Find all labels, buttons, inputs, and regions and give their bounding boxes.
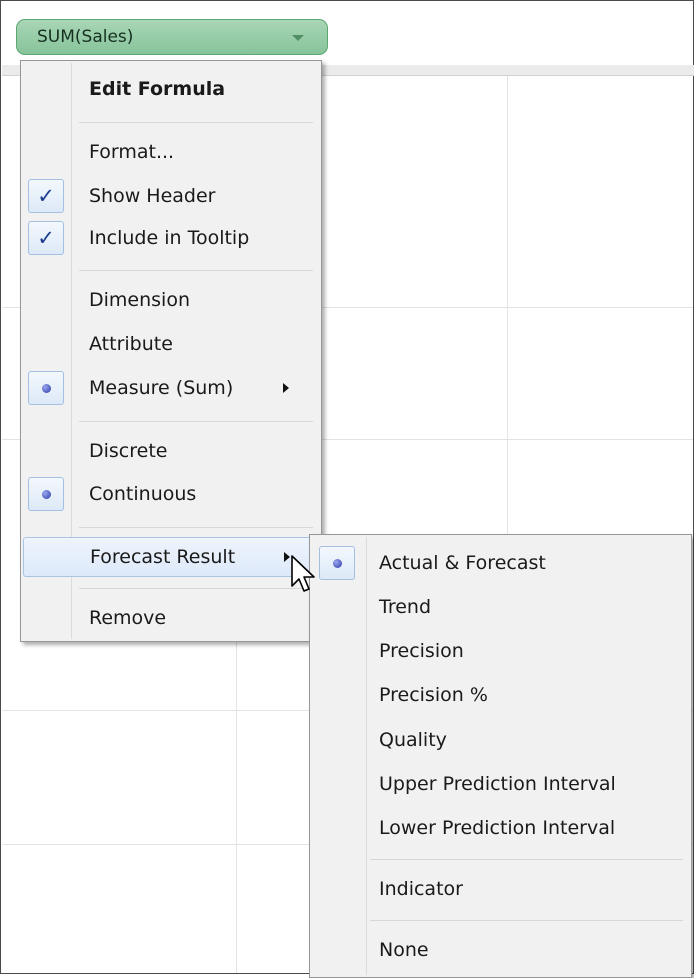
menu-item-label: Edit Formula [89, 78, 226, 100]
menu-item-attribute[interactable]: Attribute [23, 324, 319, 364]
mouse-pointer-icon [291, 555, 315, 592]
bullet-icon [28, 477, 64, 511]
menu-separator [79, 122, 313, 123]
menu-item-continuous[interactable]: Continuous [23, 474, 319, 514]
menu-item-edit-formula[interactable]: Edit Formula [23, 69, 319, 109]
menu-item-quality[interactable]: Quality [312, 720, 689, 760]
menu-item-format[interactable]: Format... [23, 132, 319, 172]
menu-item-label: Forecast Result [90, 546, 236, 568]
menu-item-label: Discrete [89, 440, 168, 462]
menu-item-forecast-result[interactable]: Forecast Result [23, 537, 319, 577]
menu-item-upper-prediction-interval[interactable]: Upper Prediction Interval [312, 764, 689, 804]
check-icon: ✓ [28, 179, 64, 213]
menu-item-label: Include in Tooltip [89, 227, 250, 249]
menu-item-remove[interactable]: Remove [23, 598, 319, 638]
menu-separator [79, 588, 313, 589]
menu-item-label: Quality [379, 729, 447, 751]
menu-item-show-header[interactable]: ✓ Show Header [23, 176, 319, 216]
menu-item-lower-prediction-interval[interactable]: Lower Prediction Interval [312, 808, 689, 848]
menu-item-label: Precision [379, 640, 464, 662]
menu-item-discrete[interactable]: Discrete [23, 431, 319, 471]
menu-item-label: Measure (Sum) [89, 377, 234, 399]
menu-item-precision-percent[interactable]: Precision % [312, 675, 689, 715]
menu-item-label: Lower Prediction Interval [379, 817, 616, 839]
menu-item-measure-sum[interactable]: Measure (Sum) [23, 368, 319, 408]
bullet-icon [319, 546, 355, 580]
field-context-menu: Edit Formula Format... ✓ Show Header ✓ I… [20, 60, 322, 642]
menu-item-label: Indicator [379, 878, 463, 900]
menu-item-none[interactable]: None [312, 930, 689, 970]
menu-item-label: None [379, 939, 429, 961]
bullet-icon [28, 371, 64, 405]
menu-item-label: Show Header [89, 185, 216, 207]
menu-item-label: Upper Prediction Interval [379, 773, 616, 795]
menu-separator [370, 859, 683, 860]
triangle-right-icon [283, 383, 289, 393]
menu-item-label: Dimension [89, 289, 190, 311]
menu-item-include-in-tooltip[interactable]: ✓ Include in Tooltip [23, 218, 319, 258]
pill-label: SUM(Sales) [37, 27, 134, 47]
check-icon: ✓ [28, 221, 64, 255]
menu-item-indicator[interactable]: Indicator [312, 869, 689, 909]
menu-separator [79, 421, 313, 422]
menu-item-dimension[interactable]: Dimension [23, 280, 319, 320]
menu-item-label: Format... [89, 141, 175, 163]
menu-item-trend[interactable]: Trend [312, 587, 689, 627]
menu-item-precision[interactable]: Precision [312, 631, 689, 671]
menu-item-label: Attribute [89, 333, 173, 355]
menu-separator [370, 920, 683, 921]
caret-down-icon[interactable] [292, 35, 304, 41]
menu-separator [79, 527, 313, 528]
menu-item-label: Actual & Forecast [379, 552, 546, 574]
forecast-result-submenu: Actual & Forecast Trend Precision Precis… [309, 534, 692, 978]
sum-sales-pill[interactable]: SUM(Sales) [16, 19, 328, 55]
menu-item-actual-and-forecast[interactable]: Actual & Forecast [312, 543, 689, 583]
menu-item-label: Remove [89, 607, 167, 629]
menu-item-label: Precision % [379, 684, 488, 706]
menu-separator [79, 270, 313, 271]
menu-item-label: Trend [379, 596, 431, 618]
menu-item-label: Continuous [89, 483, 197, 505]
